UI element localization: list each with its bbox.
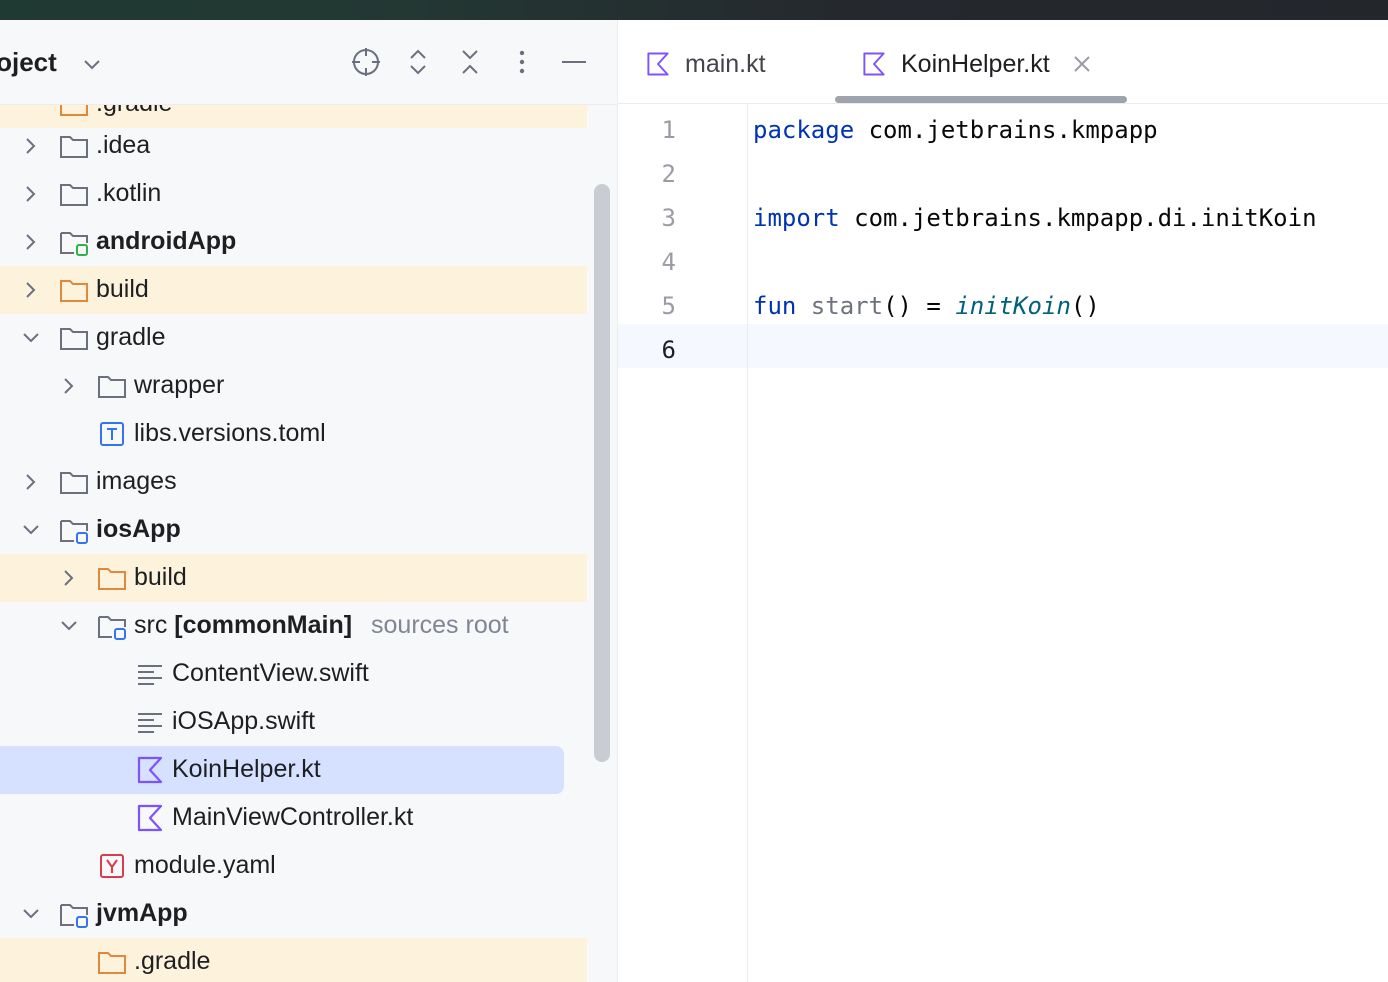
code-text: com.jetbrains.kmpapp bbox=[854, 116, 1158, 144]
locate-icon[interactable] bbox=[350, 46, 382, 78]
tree-item-label: .kotlin bbox=[96, 179, 162, 207]
keyword: package bbox=[753, 116, 855, 144]
scrollbar[interactable] bbox=[594, 184, 610, 762]
project-tool-window: roject .gradle .idea bbox=[0, 20, 617, 982]
tree-item-label-group: src [commonMain] sources root bbox=[134, 611, 509, 640]
chevron-right-icon[interactable] bbox=[20, 231, 42, 253]
tree-item-label: .gradle bbox=[134, 947, 211, 975]
tree-item-label: wrapper bbox=[134, 371, 225, 399]
chevron-down-icon[interactable] bbox=[82, 54, 102, 74]
folder-icon bbox=[60, 184, 88, 206]
code-text: com.jetbrains.kmpapp.di.initKoin bbox=[839, 204, 1317, 232]
tree-item-label: .idea bbox=[96, 131, 151, 159]
chevron-right-icon[interactable] bbox=[58, 567, 80, 589]
editor-tabs: main.kt KoinHelper.kt bbox=[618, 20, 1388, 104]
code-text: () bbox=[1070, 292, 1100, 320]
tab-label: KoinHelper.kt bbox=[901, 49, 1050, 78]
chevron-down-icon[interactable] bbox=[58, 615, 80, 637]
collapse-all-icon[interactable] bbox=[454, 46, 486, 78]
project-view-selector[interactable]: roject bbox=[0, 47, 57, 78]
yaml-file-icon bbox=[100, 854, 124, 878]
tree-item-build[interactable]: build bbox=[0, 266, 587, 314]
keyword: import bbox=[753, 204, 840, 232]
code-line[interactable]: package com.jetbrains.kmpapp bbox=[753, 116, 1158, 144]
function-call: initKoin bbox=[955, 292, 1071, 320]
source-set-label: [commonMain] bbox=[174, 611, 353, 639]
toml-file-icon bbox=[100, 422, 124, 446]
text-file-icon bbox=[138, 713, 162, 733]
line-number: 2 bbox=[661, 160, 676, 188]
kotlin-file-icon bbox=[863, 52, 885, 76]
module-folder-icon bbox=[60, 520, 88, 544]
editor: main.kt KoinHelper.kt 1 2 3 4 5 6 packag… bbox=[617, 20, 1388, 982]
chevron-down-icon[interactable] bbox=[20, 519, 42, 541]
tree-item-label: androidApp bbox=[96, 227, 237, 255]
line-number: 6 bbox=[661, 336, 676, 364]
kotlin-file-icon bbox=[647, 52, 669, 76]
excluded-folder-icon bbox=[60, 280, 88, 302]
minimize-icon[interactable] bbox=[558, 46, 590, 78]
chevron-right-icon[interactable] bbox=[20, 183, 42, 205]
line-number: 4 bbox=[661, 248, 676, 276]
folder-icon bbox=[60, 328, 88, 350]
tree-item-label: ContentView.swift bbox=[172, 659, 369, 687]
tree-item-label: build bbox=[134, 563, 187, 591]
tree-item-jvm-gradle[interactable]: .gradle bbox=[0, 938, 587, 982]
tree-item-label: src bbox=[134, 611, 168, 639]
expand-all-icon[interactable] bbox=[402, 46, 434, 78]
active-tab-indicator bbox=[835, 96, 1127, 103]
tree-item-label: iosApp bbox=[96, 515, 181, 543]
code-line[interactable]: fun start() = initKoin() bbox=[753, 292, 1100, 320]
tree-item-label: gradle bbox=[96, 323, 166, 351]
source-root-folder-icon bbox=[98, 616, 126, 640]
kotlin-file-icon bbox=[137, 756, 163, 784]
chevron-right-icon[interactable] bbox=[20, 135, 42, 157]
tree-item-label: module.yaml bbox=[134, 851, 276, 879]
window-title-bar bbox=[0, 0, 1388, 20]
chevron-right-icon[interactable] bbox=[20, 279, 42, 301]
tab-label: main.kt bbox=[685, 49, 766, 78]
module-folder-icon bbox=[60, 232, 88, 256]
function-name: start bbox=[796, 292, 884, 320]
chevron-down-icon[interactable] bbox=[20, 327, 42, 349]
folder-icon bbox=[98, 376, 126, 398]
folder-icon bbox=[60, 136, 88, 158]
folder-icon bbox=[60, 472, 88, 494]
code-line[interactable]: import com.jetbrains.kmpapp.di.initKoin bbox=[753, 204, 1317, 232]
tree-item-label: images bbox=[96, 467, 177, 495]
code-text: () = bbox=[883, 292, 956, 320]
project-header: roject bbox=[0, 20, 617, 105]
more-options-icon[interactable] bbox=[506, 46, 538, 78]
close-icon[interactable] bbox=[1072, 54, 1092, 74]
tree-item-label: KoinHelper.kt bbox=[172, 755, 321, 783]
tab-koinhelper-kt[interactable]: KoinHelper.kt bbox=[860, 44, 1092, 84]
tree-item-label: build bbox=[96, 275, 149, 303]
keyword: fun bbox=[753, 292, 797, 320]
text-file-icon bbox=[138, 665, 162, 685]
tree-item-label: libs.versions.toml bbox=[134, 419, 326, 447]
excluded-folder-icon bbox=[98, 568, 126, 590]
tree-item-label: jvmApp bbox=[96, 899, 188, 927]
chevron-right-icon[interactable] bbox=[20, 471, 42, 493]
tree-item-koinhelper-kt[interactable]: KoinHelper.kt bbox=[0, 746, 564, 794]
line-number: 3 bbox=[661, 204, 676, 232]
tree-item-label: iOSApp.swift bbox=[172, 707, 316, 735]
tree-item-label: MainViewController.kt bbox=[172, 803, 414, 831]
line-number: 5 bbox=[661, 292, 676, 320]
kotlin-file-icon bbox=[137, 804, 163, 832]
chevron-down-icon[interactable] bbox=[20, 903, 42, 925]
line-number-gutter: 1 2 3 4 5 6 bbox=[618, 104, 748, 982]
tab-main-kt[interactable]: main.kt bbox=[644, 44, 766, 84]
excluded-folder-icon bbox=[98, 952, 126, 974]
tree-item-ios-build[interactable]: build bbox=[0, 554, 587, 602]
source-root-hint: sources root bbox=[371, 611, 509, 639]
line-number: 1 bbox=[661, 116, 676, 144]
module-folder-icon bbox=[60, 904, 88, 928]
chevron-right-icon[interactable] bbox=[58, 375, 80, 397]
